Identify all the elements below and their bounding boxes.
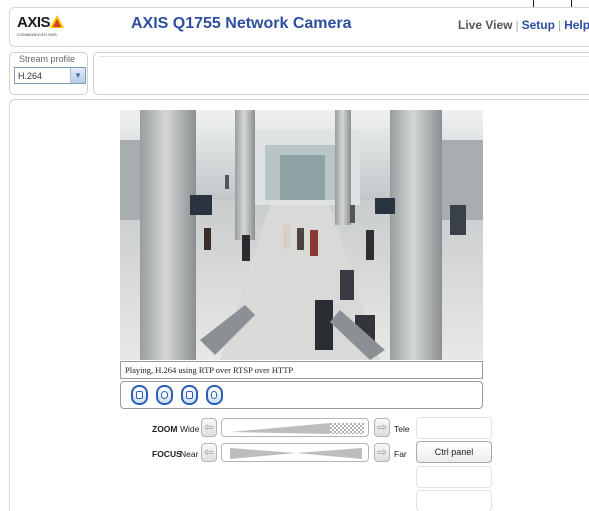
side-panel-box xyxy=(416,466,492,488)
stop-icon[interactable] xyxy=(131,385,148,405)
record-icon[interactable] xyxy=(206,385,223,405)
zoom-wide-arrow-left-icon[interactable]: ⇦ xyxy=(201,418,217,437)
live-video-image[interactable] xyxy=(120,110,483,360)
video-toolbar xyxy=(120,381,483,409)
toolbar-divider xyxy=(99,56,589,64)
view-full-size-icon[interactable] xyxy=(181,385,198,405)
zoom-label: ZOOM xyxy=(152,424,178,434)
focus-far-arrow-right-icon[interactable]: ⇨ xyxy=(374,443,390,462)
focus-far-label: Far xyxy=(394,449,407,459)
logo-triangle-icon xyxy=(50,15,64,28)
zoom-wedge xyxy=(230,423,364,434)
logo-text: AXIS xyxy=(17,14,51,31)
stream-profile-value: H.264 xyxy=(18,71,43,81)
stream-profile-label: Stream profile xyxy=(19,54,76,64)
snapshot-icon[interactable] xyxy=(156,385,173,405)
stream-profile-select[interactable]: H.264 ▼ xyxy=(14,67,86,84)
ctrl-panel-button[interactable]: Ctrl panel xyxy=(416,441,492,463)
focus-slider[interactable] xyxy=(221,443,369,462)
logo-subtext: COMMUNICATIONS xyxy=(17,32,57,37)
video-status-bar: Playing, H.264 using RTP over RTSP over … xyxy=(120,361,483,379)
nav-live-view[interactable]: Live View xyxy=(458,18,512,32)
side-panel-box xyxy=(416,417,492,439)
focus-near-label: Near xyxy=(180,449,199,459)
top-nav: Live View | Setup | Help xyxy=(458,18,589,32)
side-panel-box xyxy=(416,490,492,511)
chevron-down-icon[interactable]: ▼ xyxy=(70,68,85,83)
nav-help[interactable]: Help xyxy=(564,18,589,32)
zoom-slider[interactable] xyxy=(221,418,369,437)
zoom-tele-label: Tele xyxy=(394,424,410,434)
nav-separator: | xyxy=(515,18,519,32)
nav-separator: | xyxy=(557,18,562,32)
focus-label: FOCUS xyxy=(152,449,182,459)
zoom-wide-label: Wide xyxy=(180,424,200,434)
video-frame xyxy=(120,110,483,360)
page-title: AXIS Q1755 Network Camera xyxy=(131,15,352,32)
zoom-tele-arrow-right-icon[interactable]: ⇨ xyxy=(374,418,390,437)
focus-near-arrow-left-icon[interactable]: ⇦ xyxy=(201,443,217,462)
axis-logo: AXIS COMMUNICATIONS xyxy=(17,14,71,38)
nav-setup[interactable]: Setup xyxy=(522,18,555,32)
focus-wedge xyxy=(230,448,362,459)
